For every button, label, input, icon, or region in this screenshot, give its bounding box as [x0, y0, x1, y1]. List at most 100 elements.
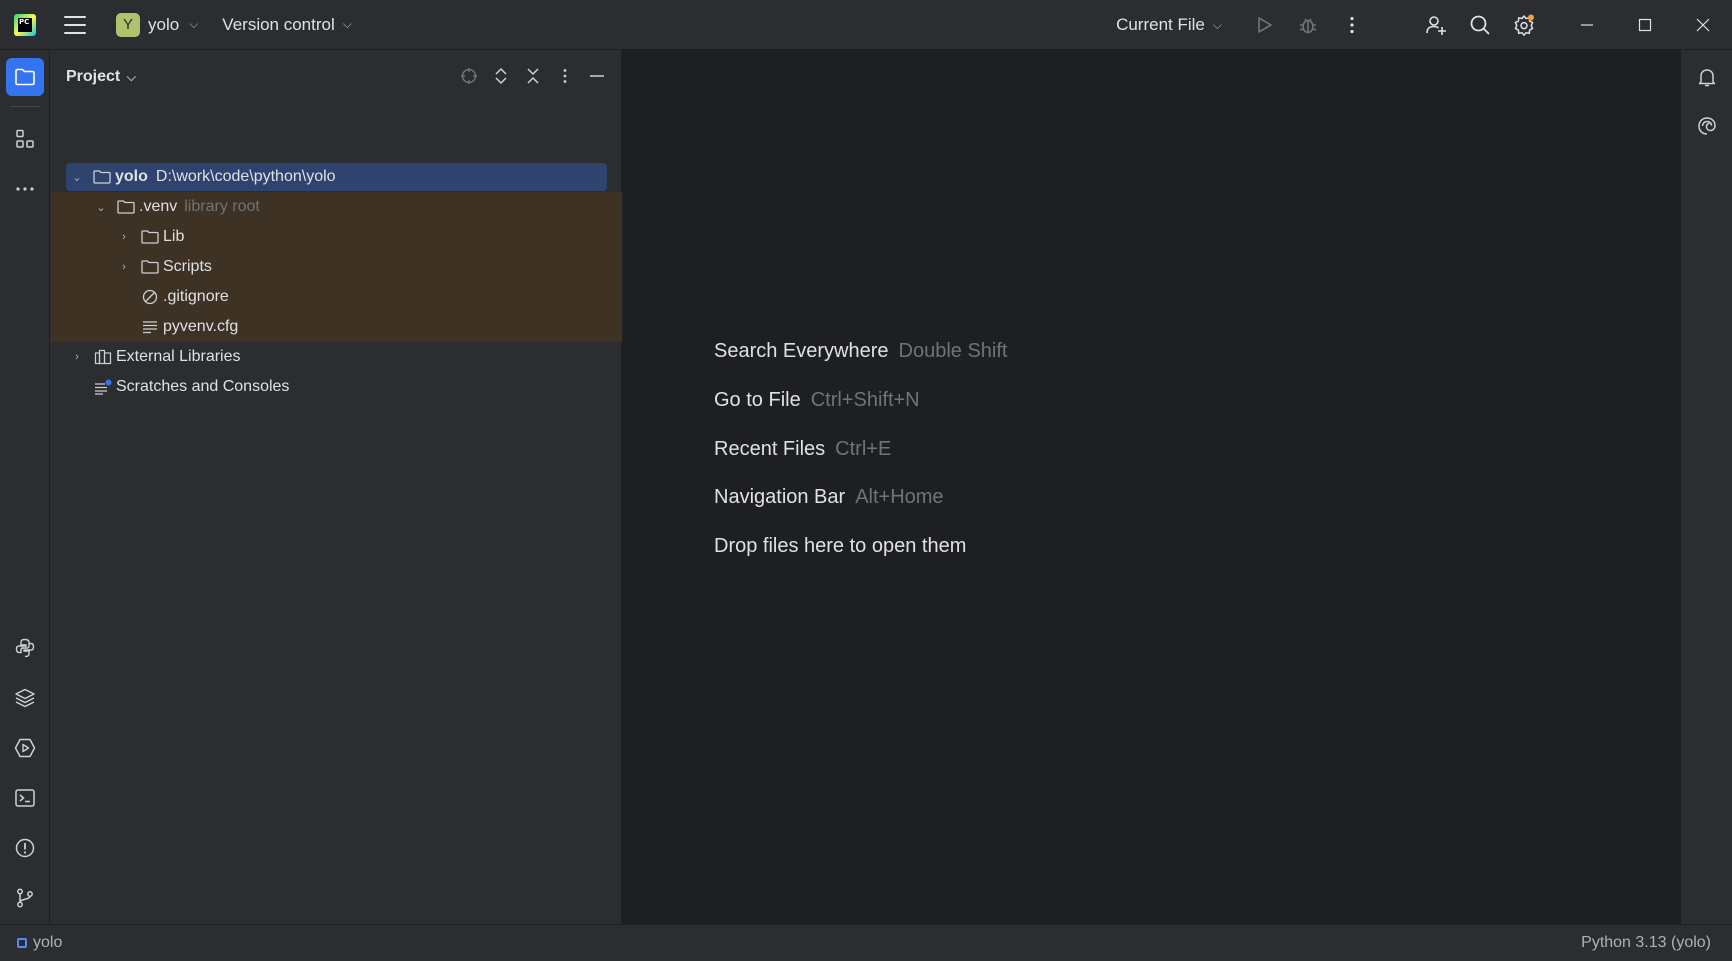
- collapse-all-button[interactable]: [521, 62, 545, 90]
- hint-action: Search Everywhere: [714, 340, 889, 362]
- more-actions-button[interactable]: [1330, 0, 1374, 50]
- tree-node-label: Scratches and Consoles: [116, 378, 290, 395]
- more-vertical-icon: [1350, 16, 1354, 34]
- folder-icon: [93, 170, 111, 184]
- hint-shortcut: Alt+Home: [855, 486, 944, 508]
- run-config-label: Current File: [1116, 15, 1205, 34]
- version-control-menu[interactable]: Version control ⌵: [216, 11, 358, 39]
- structure-tool-window-button[interactable]: [6, 120, 44, 158]
- panel-options-button[interactable]: [553, 62, 577, 90]
- folder-icon: [117, 200, 135, 214]
- project-name: yolo: [148, 14, 180, 34]
- chevron-right-icon[interactable]: ›: [117, 260, 131, 274]
- python-icon: [15, 638, 35, 658]
- add-user-icon: [1426, 16, 1446, 35]
- search-everywhere-button[interactable]: [1458, 0, 1502, 50]
- ai-assistant-button[interactable]: [1689, 108, 1725, 144]
- chevron-down-icon[interactable]: ⌄: [70, 170, 84, 184]
- expand-all-button[interactable]: [489, 62, 513, 90]
- hint-recent-files: Recent Files Ctrl+E: [714, 438, 891, 461]
- library-root-tag: library root: [184, 198, 260, 215]
- tree-node-gitignore[interactable]: .gitignore: [51, 282, 622, 312]
- chevron-down-icon[interactable]: ⌄: [94, 200, 108, 214]
- chevron-down-icon: ⌵: [126, 70, 136, 84]
- git-tool-window-button[interactable]: [6, 879, 44, 917]
- project-panel-title: Project: [66, 68, 121, 85]
- notifications-button[interactable]: [1689, 59, 1725, 95]
- tree-node-label: pyvenv.cfg: [163, 318, 239, 335]
- hint-action: Go to File: [714, 389, 801, 411]
- run-button[interactable]: [1242, 0, 1286, 50]
- title-bar: PC Y yolo ⌵ Version control ⌵ Current Fi…: [0, 0, 1732, 50]
- status-project-name: yolo: [33, 934, 63, 951]
- chevron-right-icon[interactable]: ›: [70, 350, 84, 364]
- project-view-selector[interactable]: Project ⌵: [66, 68, 136, 86]
- project-switcher[interactable]: Y yolo ⌵: [110, 9, 204, 41]
- crosshair-icon: [461, 68, 477, 84]
- hint-shortcut: Double Shift: [898, 340, 1008, 362]
- more-horizontal-icon: [16, 187, 34, 191]
- status-bar: yolo Python 3.13 (yolo): [0, 924, 1732, 961]
- services-tool-window-button[interactable]: [6, 729, 44, 767]
- hint-navigation-bar: Navigation Bar Alt+Home: [714, 486, 944, 509]
- close-window-button[interactable]: [1674, 0, 1732, 50]
- close-icon: [1696, 18, 1710, 32]
- collapse-all-icon: [527, 68, 539, 84]
- more-tool-windows-button[interactable]: [6, 170, 44, 208]
- python-packages-button[interactable]: [6, 679, 44, 717]
- tree-node-scratches[interactable]: Scratches and Consoles: [51, 372, 622, 402]
- tree-node-label: Scripts: [163, 258, 212, 275]
- services-icon: [14, 738, 36, 758]
- structure-icon: [16, 129, 34, 148]
- hint-search-everywhere: Search Everywhere Double Shift: [714, 340, 1008, 363]
- tree-node-yolo[interactable]: ⌄ yolo D:\work\code\python\yolo: [51, 162, 622, 192]
- module-icon: [17, 938, 27, 948]
- tree-node-external-libraries[interactable]: › External Libraries: [51, 342, 622, 372]
- interpreter-label: Python 3.13 (yolo): [1581, 934, 1711, 951]
- hint-action: Drop files here to open them: [714, 535, 967, 557]
- hint-shortcut: Ctrl+E: [835, 438, 892, 460]
- more-vertical-icon: [563, 69, 567, 83]
- bell-icon: [1698, 69, 1716, 87]
- hint-action: Navigation Bar: [714, 486, 846, 508]
- maximize-window-button[interactable]: [1616, 0, 1674, 50]
- hint-go-to-file: Go to File Ctrl+Shift+N: [714, 389, 920, 412]
- problems-tool-window-button[interactable]: [6, 829, 44, 867]
- warning-circle-icon: [15, 838, 35, 858]
- tree-node-pyvenv-cfg[interactable]: pyvenv.cfg: [51, 312, 622, 342]
- debug-button[interactable]: [1286, 0, 1330, 50]
- tree-node-path: D:\work\code\python\yolo: [155, 168, 336, 185]
- terminal-tool-window-button[interactable]: [6, 779, 44, 817]
- stripe-separator: [10, 106, 40, 107]
- project-tool-window: Project ⌵ ⌄ yolo D:\work\code\python\yol…: [51, 50, 622, 924]
- folder-icon: [141, 260, 159, 274]
- play-icon: [1258, 17, 1272, 33]
- python-interpreter-selector[interactable]: Python 3.13 (yolo): [1581, 934, 1711, 952]
- tree-node-label: yolo: [115, 168, 148, 185]
- minimize-window-button[interactable]: [1558, 0, 1616, 50]
- code-with-me-button[interactable]: [1414, 0, 1458, 50]
- project-tool-window-button[interactable]: [6, 58, 44, 96]
- tree-node-venv[interactable]: ⌄ .venv library root: [51, 192, 622, 222]
- text-file-icon: [143, 321, 157, 334]
- right-tool-stripe: [1680, 50, 1732, 924]
- folder-icon: [141, 230, 159, 244]
- git-branch-icon: [17, 888, 33, 908]
- bug-icon: [1299, 18, 1317, 34]
- tree-node-scripts[interactable]: › Scripts: [51, 252, 622, 282]
- project-badge: Y: [116, 12, 140, 37]
- python-console-button[interactable]: [6, 629, 44, 667]
- notification-dot: [1528, 14, 1534, 21]
- tree-node-lib[interactable]: › Lib: [51, 222, 622, 252]
- chevron-right-icon[interactable]: ›: [117, 230, 131, 244]
- ide-settings-button[interactable]: [1502, 0, 1546, 50]
- run-configuration-selector[interactable]: Current File ⌵: [1116, 15, 1222, 35]
- editor-empty-state[interactable]: Search Everywhere Double Shift Go to File…: [622, 50, 1680, 924]
- search-icon: [1470, 15, 1490, 35]
- hide-panel-button[interactable]: [585, 62, 609, 90]
- main-menu-button[interactable]: [64, 15, 86, 34]
- maximize-icon: [1638, 18, 1652, 32]
- vcs-label: Version control: [222, 14, 335, 34]
- select-opened-file-button[interactable]: [457, 62, 481, 90]
- status-project-breadcrumb[interactable]: yolo: [17, 934, 62, 952]
